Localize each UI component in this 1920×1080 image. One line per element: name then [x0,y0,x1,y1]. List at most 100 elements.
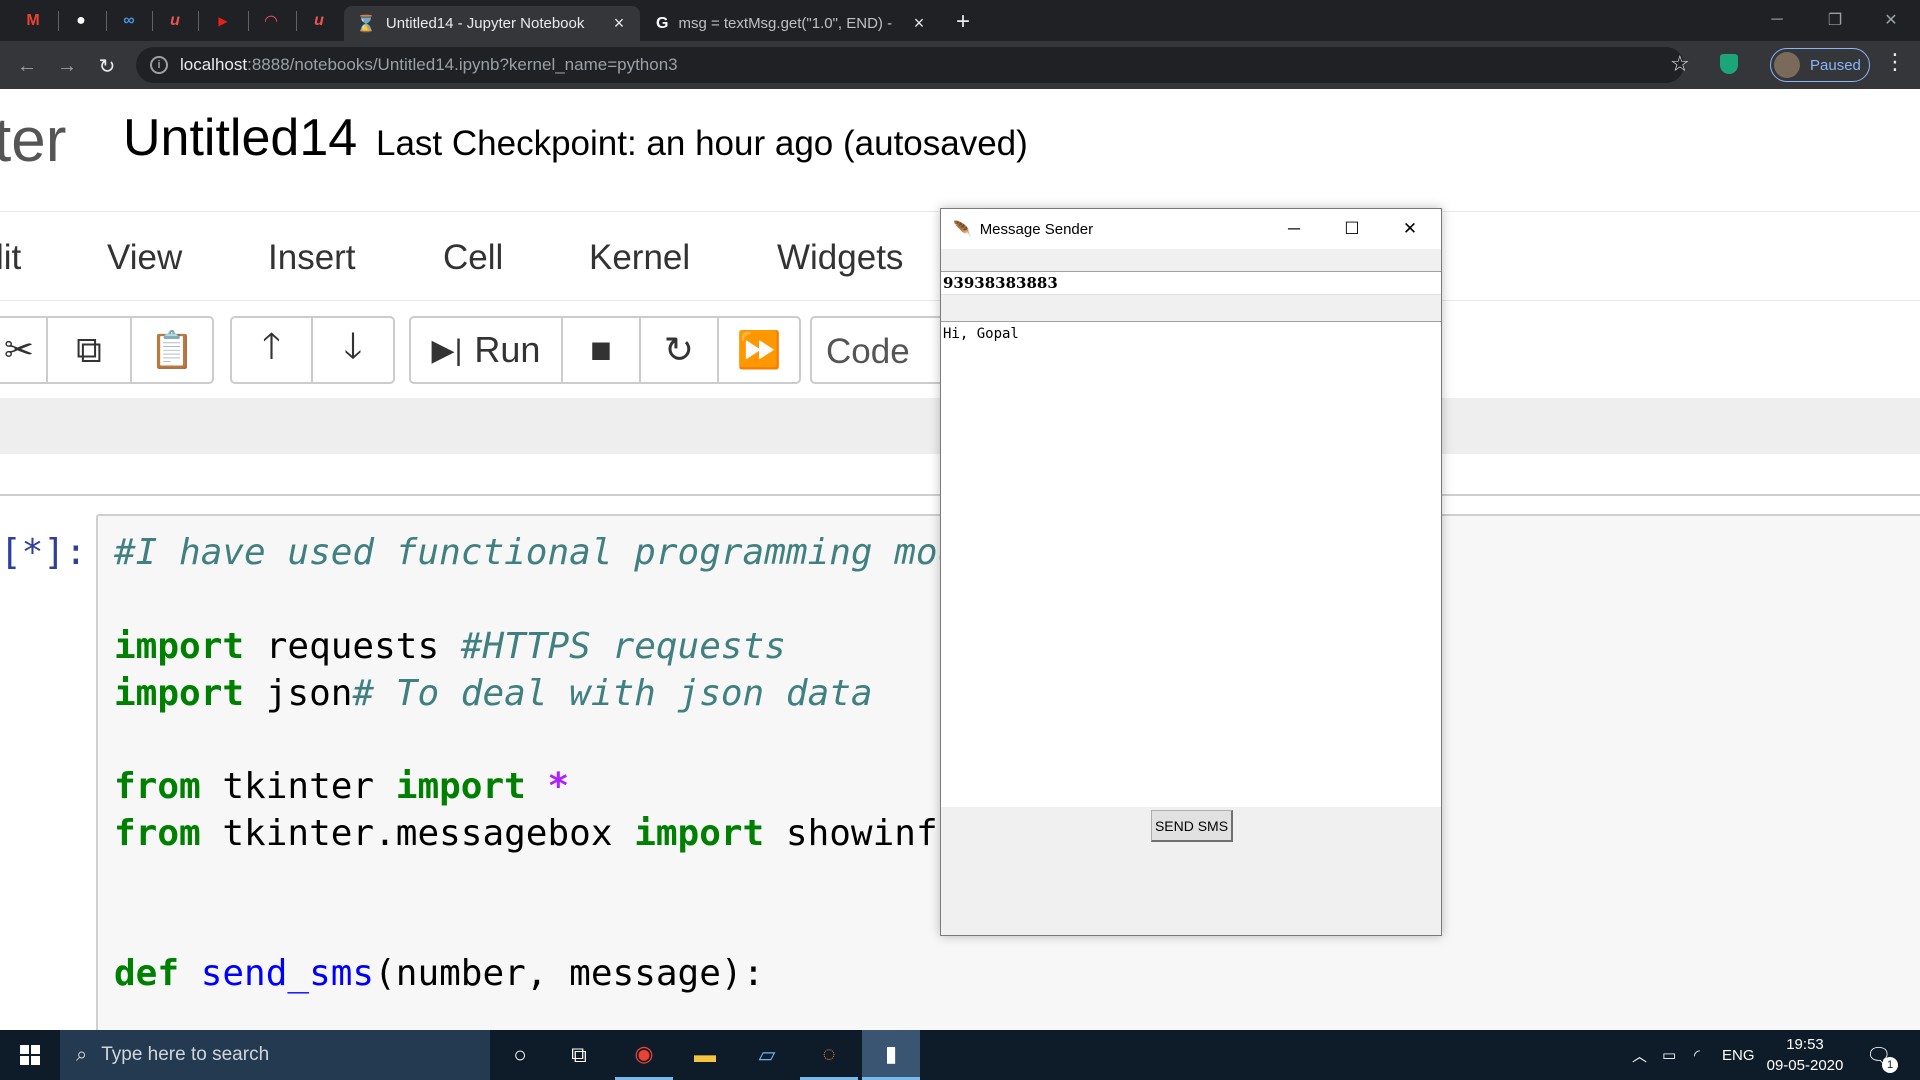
menu-cell[interactable]: Cell [443,238,503,278]
forward-arrow-icon[interactable]: → [52,51,82,81]
wifi-pinned-tab-icon[interactable]: ◠ [258,8,284,34]
address-bar[interactable]: i localhost:8888/notebooks/Untitled14.ip… [136,47,1684,83]
code-text: (number, message): [374,953,765,994]
show-hidden-icons[interactable]: ︿ [1632,1030,1647,1080]
tab-jupyter-notebook[interactable]: ⌛ Untitled14 - Jupyter Notebook × [344,6,640,41]
code-keyword: import [634,813,765,854]
browser-tab-bar: M ● ∞ u ▶ ◠ u ⌛ Untitled14 - Jupyter Not… [0,0,1920,41]
notification-count-badge: 1 [1882,1057,1898,1073]
bookmark-star-icon[interactable]: ☆ [1670,51,1690,77]
new-tab-icon[interactable]: + [956,8,970,36]
window-title-bar[interactable]: 🪶 Message Sender ─ ☐ ✕ [941,209,1441,249]
message-sender-window: 🪶 Message Sender ─ ☐ ✕ 93938383883 Hi, G… [940,208,1442,936]
clock-date: 09-05-2020 [1766,1057,1844,1074]
windows-logo-icon [20,1045,40,1065]
code-line: import requests #HTTPS requests [114,626,786,667]
jupyter-taskbar-icon[interactable]: ◌ [800,1030,858,1080]
start-button[interactable] [0,1030,60,1080]
url-host: localhost [180,55,248,74]
hourglass-icon: ⌛ [356,15,376,33]
profile-button[interactable]: Paused [1770,48,1870,82]
run-label: Run [474,329,541,370]
cell-prompt: [*]: [0,532,87,573]
cut-button[interactable]: ✂ [0,318,48,382]
paste-button[interactable]: 📋 [132,318,212,382]
notebook-name[interactable]: Untitled14 [123,108,357,168]
code-text: tkinter.messagebox [200,813,635,854]
kebab-menu-icon[interactable]: ⋮ [1884,49,1906,75]
close-tab-icon[interactable]: × [910,13,928,34]
send-sms-button[interactable]: SEND SMS [1151,810,1233,842]
chrome-taskbar-icon[interactable]: ◉ [615,1030,673,1080]
code-comment: #HTTPS requests [460,626,786,667]
message-textarea[interactable]: Hi, Gopal [941,321,1441,807]
tab-separator [198,11,199,31]
menu-view[interactable]: View [107,238,182,278]
tab-separator [152,11,153,31]
run-button[interactable]: ▶| Run [411,318,563,382]
udemy-pinned-tab-icon[interactable]: u [306,8,332,34]
code-comment: #I have used functional programming mod [114,532,960,573]
reload-icon[interactable]: ↻ [92,51,122,81]
copy-icon: ⧉ [76,328,102,370]
code-comment: # To deal with json data [352,673,873,714]
restart-icon: ↻ [663,329,695,370]
jupyter-logo-text[interactable]: ter [0,105,66,176]
step-forward-icon: ▶| [431,333,463,367]
taskbar-clock[interactable]: 19:53 09-05-2020 [1755,1034,1855,1076]
run-all-button[interactable]: ⏩ [719,318,799,382]
code-line: import json# To deal with json data [114,673,873,714]
tab-separator [106,11,107,31]
info-icon[interactable]: i [150,56,168,74]
tab-separator [296,11,297,31]
tab-separator [58,11,59,31]
minimize-window-icon[interactable]: ─ [1748,0,1806,40]
task-view-icon[interactable]: ⧉ [550,1030,608,1080]
tab-title: msg = textMsg.get("1.0", END) - [678,15,893,32]
back-arrow-icon[interactable]: ← [12,51,42,81]
interrupt-button[interactable]: ■ [563,318,641,382]
code-text: tkinter [200,766,396,807]
code-operator: * [525,766,570,807]
code-text: requests [244,626,461,667]
close-window-icon[interactable]: ✕ [1862,0,1920,40]
shield-extension-icon[interactable] [1720,54,1738,74]
language-indicator[interactable]: ENG [1722,1030,1755,1080]
maximize-icon[interactable]: ☐ [1323,209,1381,249]
close-icon[interactable]: ✕ [1381,209,1439,249]
browser-toolbar: ← → ↻ i localhost:8888/notebooks/Untitle… [0,41,1920,89]
menu-insert[interactable]: Insert [268,238,356,278]
github-pinned-tab-icon[interactable]: ● [68,8,94,34]
remote-desktop-icon[interactable]: ▱ [738,1030,796,1080]
tab-google-search[interactable]: G msg = textMsg.get("1.0", END) - × [644,6,940,41]
udemy-pinned-tab-icon[interactable]: u [162,8,188,34]
arrow-up-icon: 🡑 [262,324,281,366]
menu-widgets[interactable]: Widgets [777,238,903,278]
restore-window-icon[interactable]: ❐ [1806,0,1864,40]
tk-app-taskbar-icon[interactable]: ▮ [862,1030,920,1080]
copy-button[interactable]: ⧉ [48,318,132,382]
wifi-icon[interactable]: ◜ [1694,1030,1700,1080]
window-title: Message Sender [979,220,1094,238]
minimize-icon[interactable]: ─ [1265,209,1323,249]
youtube-pinned-tab-icon[interactable]: ▶ [210,8,236,34]
run-button-group: ▶| Run ■ ↻ ⏩ [409,316,801,384]
cortana-icon[interactable]: ○ [491,1030,549,1080]
close-tab-icon[interactable]: × [610,13,628,34]
taskbar-search-box[interactable]: ⌕ Type here to search [60,1030,490,1080]
file-explorer-icon[interactable]: ▬ [676,1030,734,1080]
menu-kernel[interactable]: Kernel [589,238,690,278]
gmail-pinned-tab-icon[interactable]: M [20,8,46,34]
restart-button[interactable]: ↻ [641,318,719,382]
battery-icon[interactable]: ▭ [1662,1030,1676,1080]
infinity-pinned-tab-icon[interactable]: ∞ [116,8,142,34]
code-function-name: send_sms [179,953,375,994]
move-down-button[interactable]: 🡓 [313,318,393,382]
windows-taskbar: ⌕ Type here to search ○ ⧉ ◉ ▬ ▱ ◌ ▮ ︿ ▭ … [0,1030,1920,1080]
stop-icon: ■ [590,329,612,370]
phone-number-input[interactable]: 93938383883 [941,271,1441,295]
move-up-button[interactable]: 🡑 [232,318,313,382]
code-text: showinfo [764,813,960,854]
clock-time: 19:53 [1786,1036,1824,1053]
menu-edit[interactable]: lit [0,238,21,278]
